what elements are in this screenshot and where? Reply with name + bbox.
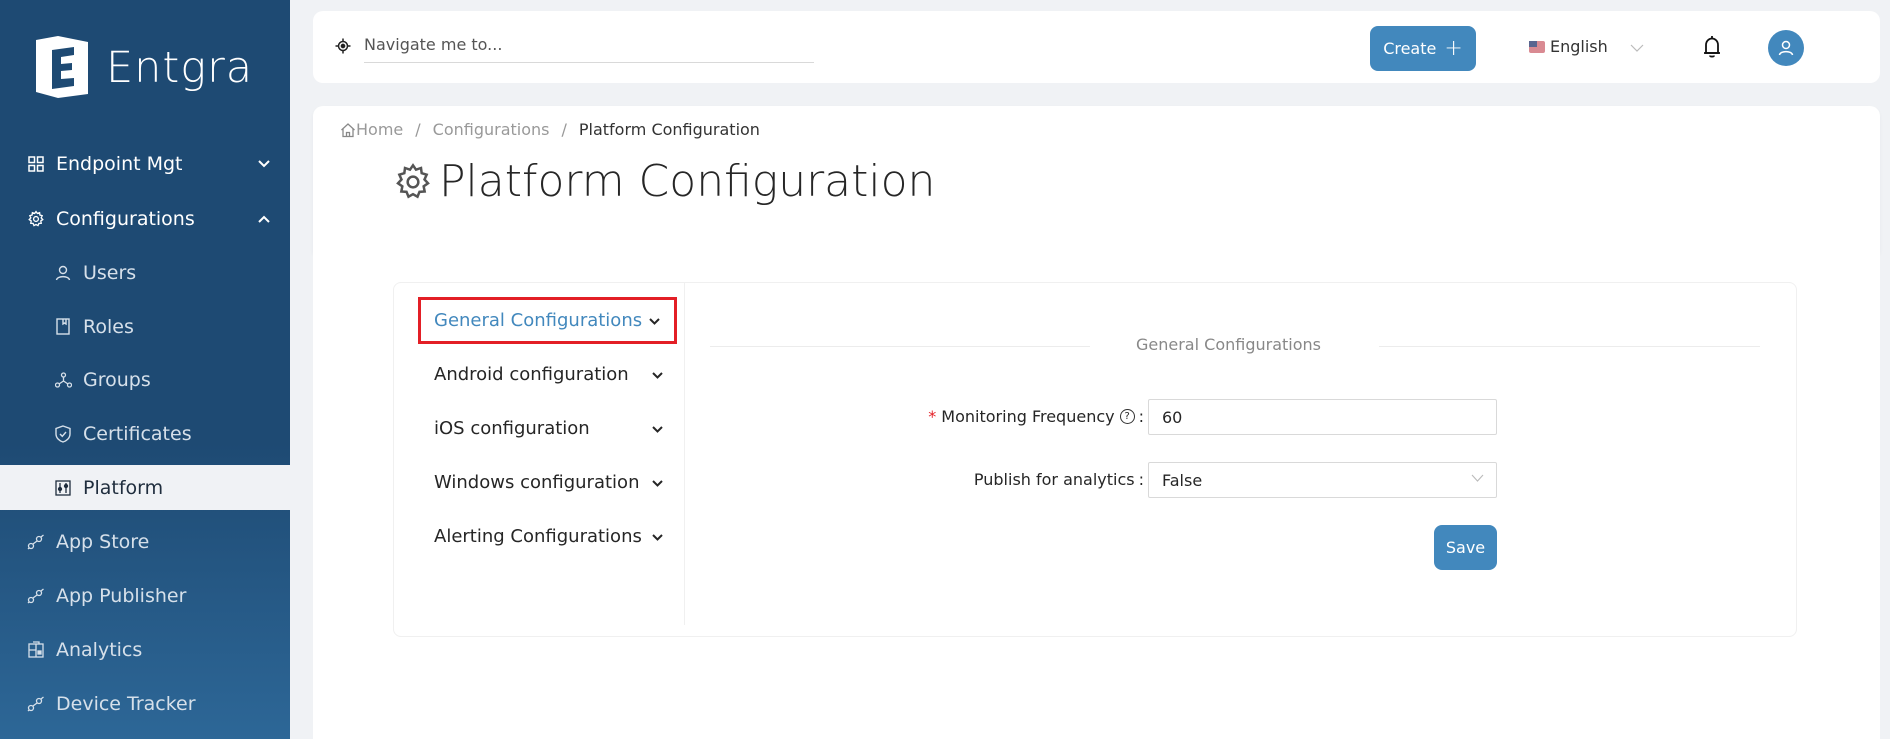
- entgra-logo-icon: [36, 36, 88, 98]
- monitoring-frequency-label: * Monitoring Frequency ? :: [928, 407, 1144, 426]
- sidebar-item-analytics[interactable]: Analytics: [0, 627, 290, 672]
- user-icon: [54, 264, 72, 282]
- sidebar: Entgra Endpoint Mgt Configurations Users…: [0, 0, 290, 739]
- sidebar-item-endpoint-mgt[interactable]: Endpoint Mgt: [0, 141, 290, 186]
- breadcrumb-separator: /: [415, 120, 421, 139]
- chevron-down-icon: [1471, 471, 1484, 486]
- save-button[interactable]: Save: [1434, 525, 1497, 570]
- sidebar-item-platform[interactable]: Platform: [0, 465, 290, 510]
- notification-bell-icon[interactable]: [1701, 34, 1723, 60]
- menu-item-ios-configuration[interactable]: iOS configuration: [418, 405, 677, 452]
- breadcrumb-configurations[interactable]: Configurations: [433, 120, 550, 139]
- create-button[interactable]: Create +: [1370, 26, 1476, 71]
- sidebar-item-label: Endpoint Mgt: [56, 152, 183, 175]
- sidebar-item-label: Analytics: [56, 638, 143, 661]
- create-label: Create: [1383, 39, 1437, 58]
- entgra-logo[interactable]: Entgra: [32, 34, 253, 102]
- menu-item-general-configurations[interactable]: General Configurations: [418, 297, 677, 344]
- chevron-down-icon: [652, 476, 663, 490]
- menu-item-android-configuration[interactable]: Android configuration: [418, 351, 677, 398]
- menu-item-label: Windows configuration: [434, 472, 640, 493]
- navigate-search: [335, 33, 814, 63]
- config-menu: General Configurations Android configura…: [394, 283, 685, 625]
- sidebar-item-label: Certificates: [83, 422, 192, 445]
- sidebar-item-label: Configurations: [56, 207, 195, 230]
- chevron-down-icon: [652, 530, 663, 544]
- publish-analytics-select[interactable]: False: [1148, 462, 1497, 498]
- breadcrumb-current: Platform Configuration: [578, 120, 760, 139]
- sidebar-item-certificates[interactable]: Certificates: [0, 411, 290, 456]
- navigate-input[interactable]: [364, 33, 814, 63]
- sidebar-item-app-publisher[interactable]: App Publisher: [0, 573, 290, 618]
- us-flag-icon: [1529, 40, 1545, 53]
- top-header: Create + English: [313, 11, 1880, 83]
- nodes-icon: [54, 371, 72, 389]
- link-icon: [27, 533, 45, 551]
- chevron-down-icon: [652, 422, 663, 436]
- gear-icon: [396, 162, 430, 198]
- plus-icon: +: [1444, 35, 1463, 61]
- page-title-text: Platform Configuration: [439, 156, 936, 207]
- sidebar-item-label: Platform: [83, 476, 164, 499]
- menu-item-label: Alerting Configurations: [434, 526, 642, 547]
- menu-item-label: General Configurations: [434, 310, 643, 331]
- target-icon: [335, 38, 351, 58]
- section-title: General Configurations: [1136, 335, 1321, 354]
- user-avatar[interactable]: [1768, 30, 1804, 66]
- brand-name: Entgra: [106, 43, 254, 93]
- publish-analytics-label: Publish for analytics :: [973, 470, 1144, 489]
- divider-line: [710, 346, 1090, 347]
- sidebar-item-groups[interactable]: Groups: [0, 357, 290, 402]
- sidebar-item-app-store[interactable]: App Store: [0, 519, 290, 564]
- grid-icon: [27, 155, 45, 173]
- page-header: Home / Configurations / Platform Configu…: [313, 106, 1880, 253]
- menu-item-alerting-configurations[interactable]: Alerting Configurations: [418, 513, 677, 560]
- chevron-down-icon: [258, 157, 270, 171]
- sidebar-item-label: App Store: [56, 530, 150, 553]
- sidebar-item-configurations[interactable]: Configurations: [0, 196, 290, 241]
- sidebar-item-roles[interactable]: Roles: [0, 304, 290, 349]
- required-mark: *: [928, 407, 937, 426]
- chevron-down-icon: [649, 314, 660, 328]
- section-divider: General Configurations: [710, 335, 1760, 355]
- menu-item-label: Android configuration: [434, 364, 629, 385]
- chevron-down-icon: [652, 368, 663, 382]
- menu-item-windows-configuration[interactable]: Windows configuration: [418, 459, 677, 506]
- home-icon: [341, 122, 355, 137]
- chevron-down-icon: [1630, 37, 1644, 56]
- select-value: False: [1162, 470, 1203, 490]
- dashboard-icon: [27, 641, 45, 659]
- sidebar-item-users[interactable]: Users: [0, 250, 290, 295]
- sliders-icon: [54, 479, 72, 497]
- menu-item-label: iOS configuration: [434, 418, 590, 439]
- sidebar-item-device-tracker[interactable]: Device Tracker: [0, 681, 290, 726]
- language-selector[interactable]: English: [1529, 37, 1644, 56]
- breadcrumb-separator: /: [561, 120, 567, 139]
- link-icon: [27, 695, 45, 713]
- link-icon: [27, 587, 45, 605]
- sidebar-item-label: Roles: [83, 315, 134, 338]
- user-icon: [1778, 40, 1794, 56]
- divider-line: [1379, 346, 1760, 347]
- sidebar-item-label: Device Tracker: [56, 692, 196, 715]
- help-icon[interactable]: ?: [1119, 409, 1135, 424]
- shield-check-icon: [54, 424, 72, 443]
- config-card: General Configurations Android configura…: [393, 282, 1797, 637]
- sidebar-item-label: App Publisher: [56, 584, 187, 607]
- book-icon: [54, 318, 72, 336]
- monitoring-frequency-input[interactable]: [1148, 399, 1497, 435]
- form-row-monitoring-frequency: * Monitoring Frequency ? :: [874, 399, 1499, 435]
- breadcrumb-home[interactable]: Home: [340, 120, 403, 139]
- chevron-up-icon: [258, 212, 270, 226]
- sidebar-item-label: Users: [83, 261, 137, 284]
- breadcrumb: Home / Configurations / Platform Configu…: [340, 120, 760, 139]
- page-title: Platform Configuration: [393, 156, 935, 207]
- language-label: English: [1550, 37, 1608, 56]
- sidebar-item-label: Groups: [83, 368, 151, 391]
- form-row-publish-analytics: Publish for analytics : False: [874, 462, 1499, 498]
- gear-icon: [27, 209, 45, 228]
